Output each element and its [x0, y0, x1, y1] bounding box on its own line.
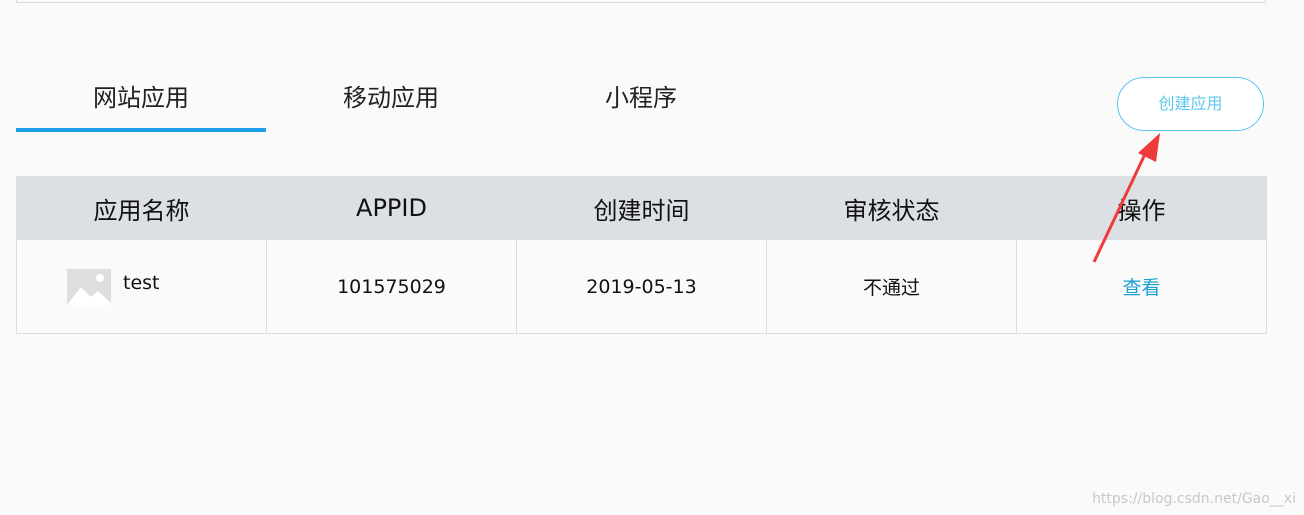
image-placeholder-icon — [67, 269, 111, 305]
apps-table: 应用名称 APPID 创建时间 审核状态 操作 test 101575029 2… — [16, 176, 1267, 334]
watermark: https://blog.csdn.net/Gao__xi — [1092, 491, 1296, 507]
header-actions: 操作 — [1016, 176, 1267, 240]
table-row: test 101575029 2019-05-13 不通过 查看 — [16, 239, 1267, 334]
tab-website-apps[interactable]: 网站应用 — [16, 60, 266, 132]
header-created-time: 创建时间 — [516, 176, 767, 240]
view-link[interactable]: 查看 — [1122, 277, 1160, 299]
table-header-row: 应用名称 APPID 创建时间 审核状态 操作 — [16, 176, 1267, 240]
cell-created-date: 2019-05-13 — [516, 239, 767, 334]
header-app-name: 应用名称 — [16, 176, 267, 240]
cell-appid: 101575029 — [266, 239, 517, 334]
header-appid: APPID — [266, 176, 517, 240]
top-panel-edge — [16, 0, 1266, 3]
cell-review-status: 不通过 — [766, 239, 1017, 334]
cell-app-name: test — [16, 239, 267, 334]
app-name: test — [123, 272, 160, 294]
create-app-button[interactable]: 创建应用 — [1117, 77, 1264, 131]
tab-mobile-apps[interactable]: 移动应用 — [266, 60, 516, 132]
cell-actions: 查看 — [1016, 239, 1267, 334]
header-review-status: 审核状态 — [766, 176, 1017, 240]
tab-mini-programs[interactable]: 小程序 — [516, 60, 766, 132]
